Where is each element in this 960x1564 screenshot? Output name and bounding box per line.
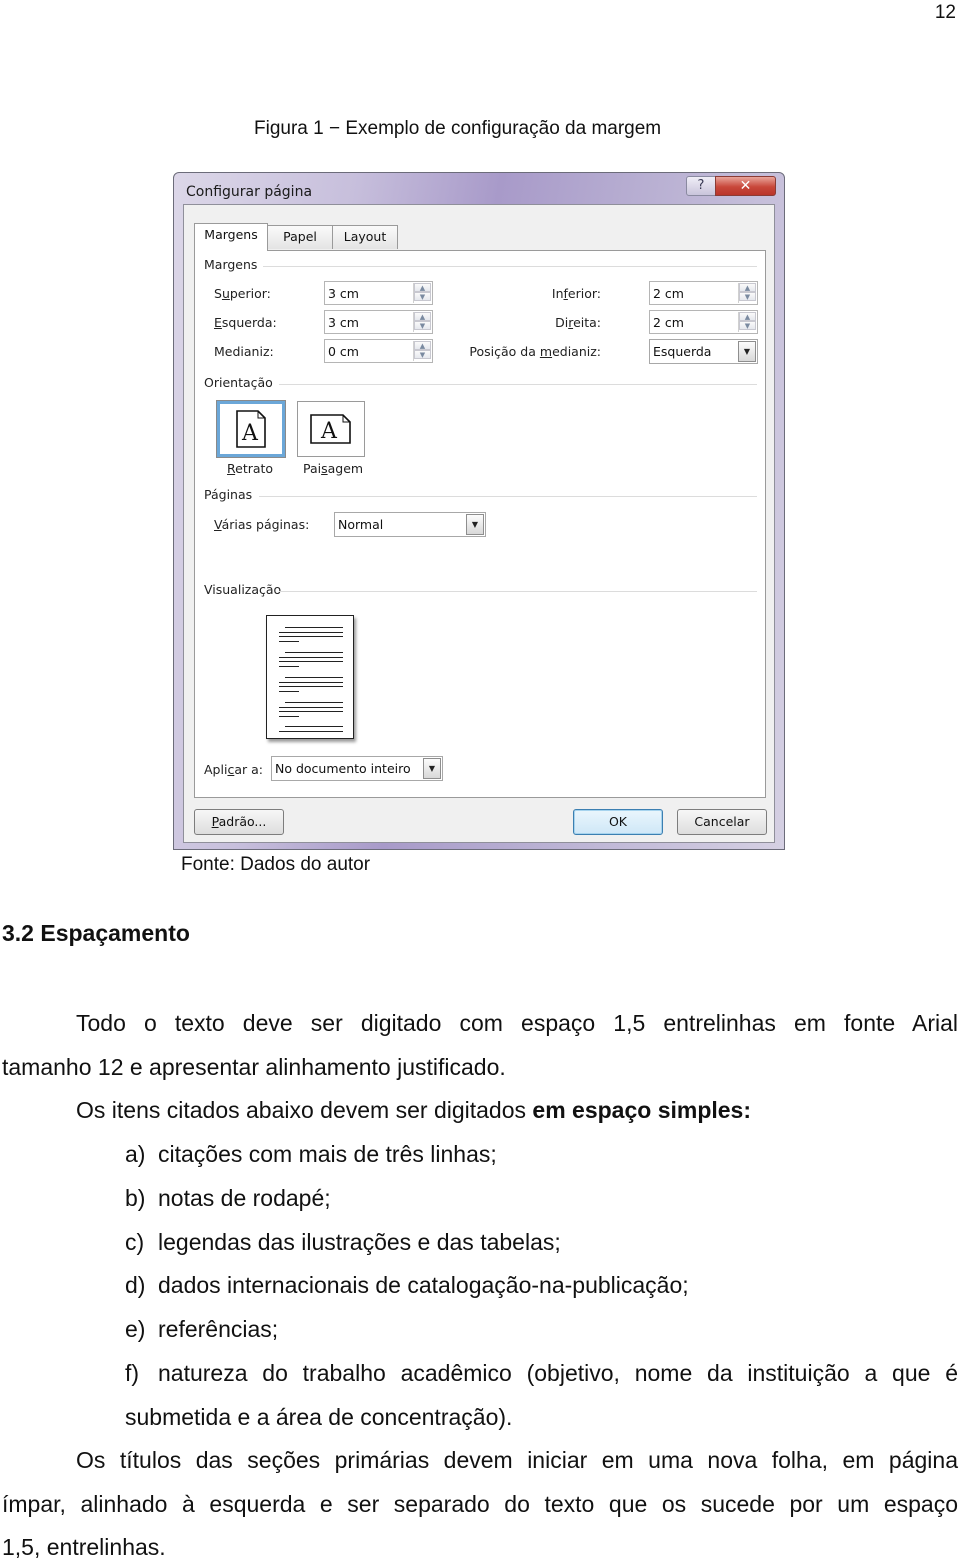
bottom-margin-value: 2 cm bbox=[653, 286, 684, 301]
bottom-margin-spinner[interactable]: 2 cm ▲ ▼ bbox=[649, 281, 758, 305]
paragraph-3-line-3: 1,5, entrelinhas. bbox=[2, 1534, 166, 1560]
svg-text:A: A bbox=[241, 421, 259, 446]
list-item: b) notas de rodapé; bbox=[125, 1185, 331, 1211]
top-margin-value: 3 cm bbox=[328, 286, 359, 301]
left-margin-value: 3 cm bbox=[328, 315, 359, 330]
spin-down-icon[interactable]: ▼ bbox=[739, 292, 756, 301]
landscape-page-icon: A bbox=[310, 414, 351, 444]
page-preview bbox=[266, 615, 354, 739]
paragraph-2: Os itens citados abaixo devem ser digita… bbox=[76, 1097, 752, 1123]
tab-layout[interactable]: Layout bbox=[332, 225, 398, 249]
orientation-group-label: Orientação bbox=[204, 375, 273, 390]
page-setup-dialog: Configurar página ? ✕ Margens Papel Layo… bbox=[173, 172, 785, 850]
spin-up-icon[interactable]: ▲ bbox=[414, 283, 431, 292]
gutter-position-value: Esquerda bbox=[653, 344, 712, 359]
multiple-pages-value: Normal bbox=[338, 517, 384, 532]
help-icon: ? bbox=[697, 178, 705, 193]
right-margin-value: 2 cm bbox=[653, 315, 684, 330]
chevron-down-icon[interactable]: ▼ bbox=[423, 758, 441, 779]
figure-caption: Figura 1 − Exemplo de configuração da ma… bbox=[254, 118, 662, 139]
list-item: a) citações com mais de três linhas; bbox=[125, 1141, 497, 1167]
gutter-position-select[interactable]: Esquerda ▼ bbox=[649, 339, 758, 364]
bottom-margin-label: Inferior: bbox=[551, 286, 601, 301]
portrait-button[interactable]: A bbox=[216, 400, 286, 458]
dialog-body: Margens Papel Layout Margens Superior: 3… bbox=[183, 204, 775, 843]
tab-papel[interactable]: Papel bbox=[267, 225, 333, 249]
default-button[interactable]: Padrão... bbox=[194, 809, 284, 835]
close-icon: ✕ bbox=[739, 178, 752, 194]
paragraph-3-line-2: ímpar, alinhado à esquerda e ser separad… bbox=[2, 1491, 958, 1517]
portrait-label: Retrato bbox=[227, 461, 274, 476]
spin-up-icon[interactable]: ▲ bbox=[739, 283, 756, 292]
apply-to-select[interactable]: No documento inteiro ▼ bbox=[271, 756, 443, 781]
spin-up-icon[interactable]: ▲ bbox=[414, 312, 431, 321]
spin-down-icon[interactable]: ▼ bbox=[414, 321, 431, 330]
svg-text:A: A bbox=[320, 419, 338, 444]
right-margin-label: Direita: bbox=[555, 315, 601, 330]
landscape-button[interactable]: A bbox=[297, 401, 365, 457]
help-button[interactable]: ? bbox=[686, 176, 716, 196]
gutter-value: 0 cm bbox=[328, 344, 359, 359]
apply-to-value: No documento inteiro bbox=[275, 761, 411, 776]
spin-up-icon[interactable]: ▲ bbox=[739, 312, 756, 321]
figure-source: Fonte: Dados do autor bbox=[181, 854, 371, 875]
spin-down-icon[interactable]: ▼ bbox=[414, 350, 431, 359]
group-divider bbox=[279, 384, 757, 385]
group-divider bbox=[279, 591, 757, 592]
landscape-label: Paisagem bbox=[303, 461, 364, 476]
multiple-pages-select[interactable]: Normal ▼ bbox=[334, 512, 486, 537]
group-divider bbox=[259, 496, 757, 497]
gutter-label: Medianiz: bbox=[214, 344, 274, 359]
tab-label: Papel bbox=[283, 229, 317, 244]
left-margin-label: Esquerda: bbox=[214, 315, 277, 330]
section-heading: 3.2 Espaçamento bbox=[2, 920, 190, 946]
gutter-spinner[interactable]: 0 cm ▲ ▼ bbox=[324, 339, 433, 363]
spin-down-icon[interactable]: ▼ bbox=[414, 292, 431, 301]
pages-group-label: Páginas bbox=[204, 487, 253, 502]
list-item: c) legendas das ilustrações e das tabelas… bbox=[125, 1229, 561, 1255]
cancel-button[interactable]: Cancelar bbox=[677, 809, 767, 835]
chevron-down-icon[interactable]: ▼ bbox=[738, 341, 756, 362]
right-margin-spinner[interactable]: 2 cm ▲ ▼ bbox=[649, 310, 758, 334]
list-item-continuation: submetida e a área de concentração). bbox=[125, 1404, 513, 1430]
gutter-position-label: Posição da medianiz: bbox=[469, 344, 601, 359]
paragraph-1-line-1: Todo o texto deve ser digitado com espaç… bbox=[76, 1010, 958, 1036]
group-divider bbox=[263, 266, 757, 267]
apply-to-label: Aplicar a: bbox=[204, 762, 263, 777]
spin-down-icon[interactable]: ▼ bbox=[739, 321, 756, 330]
tab-label: Margens bbox=[204, 227, 258, 242]
tab-margens[interactable]: Margens bbox=[194, 223, 268, 251]
margins-group-label: Margens bbox=[204, 257, 258, 272]
list-item: d) dados internacionais de catalogação-na… bbox=[125, 1272, 689, 1298]
close-button[interactable]: ✕ bbox=[715, 176, 776, 196]
dialog-title: Configurar página bbox=[186, 184, 313, 200]
multiple-pages-label: Várias páginas: bbox=[214, 517, 310, 532]
list-item: e) referências; bbox=[125, 1316, 279, 1342]
tab-panel-margens: Margens Superior: 3 cm ▲ ▼ Esquerda: 3 cm… bbox=[194, 250, 766, 798]
left-margin-spinner[interactable]: 3 cm ▲ ▼ bbox=[324, 310, 433, 334]
page-number: 12 bbox=[934, 2, 956, 23]
spin-up-icon[interactable]: ▲ bbox=[414, 341, 431, 350]
ok-button[interactable]: OK bbox=[573, 809, 663, 835]
list-item: f) natureza do trabalho acadêmico (objeti… bbox=[125, 1360, 958, 1386]
portrait-page-icon: A bbox=[236, 410, 266, 448]
paragraph-3-line-1: Os títulos das seções primárias devem in… bbox=[76, 1447, 958, 1473]
tab-label: Layout bbox=[343, 229, 387, 244]
top-margin-label: Superior: bbox=[214, 286, 271, 301]
preview-group-label: Visualização bbox=[204, 582, 282, 597]
chevron-down-icon[interactable]: ▼ bbox=[466, 514, 484, 535]
paragraph-1-line-2: tamanho 12 e apresentar alinhamento just… bbox=[2, 1054, 506, 1080]
top-margin-spinner[interactable]: 3 cm ▲ ▼ bbox=[324, 281, 433, 305]
